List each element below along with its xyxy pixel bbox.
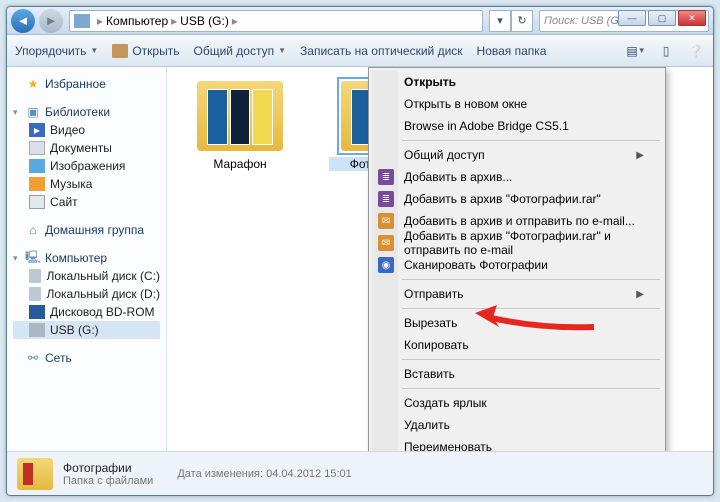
nav-forward-button[interactable]: ► (39, 9, 63, 33)
bd-icon (29, 305, 45, 319)
status-date-label: Дата изменения: (177, 468, 263, 480)
context-menu: Открыть Открыть в новом окне Browse in A… (368, 67, 666, 451)
site-icon (29, 195, 45, 209)
search-placeholder: Поиск: USB (G:) (544, 15, 626, 27)
ctx-rename[interactable]: Переименовать (372, 436, 662, 451)
sidebar-item-music[interactable]: Музыка (13, 175, 160, 193)
body: ★ Избранное ▾▣ Библиотеки ▶Видео Докумен… (7, 67, 713, 451)
ctx-archive-named-email[interactable]: ✉Добавить в архив "Фотографии.rar" и отп… (372, 232, 662, 254)
ctx-open[interactable]: Открыть (372, 71, 662, 93)
drive-icon (74, 14, 90, 28)
toolbar: Упорядочить▼ Открыть Общий доступ▼ Запис… (7, 35, 713, 67)
organize-menu[interactable]: Упорядочить▼ (15, 44, 98, 58)
preview-pane-button[interactable]: ▯ (657, 42, 675, 60)
ctx-paste[interactable]: Вставить (372, 363, 662, 385)
explorer-window: ◄ ► ▸ Компьютер ▸ USB (G:) ▸ ▾ ↻ Поиск: … (6, 6, 714, 496)
network-icon: ⚯ (25, 351, 41, 365)
sidebar-item-disk-d[interactable]: Локальный диск (D:) (13, 285, 160, 303)
status-bar: Фотографии Папка с файлами Дата изменени… (7, 451, 713, 495)
thumb (207, 89, 228, 145)
breadcrumb-dropdown[interactable]: ▾ (489, 10, 511, 32)
sidebar-item-bdrom[interactable]: Дисковод BD-ROM (13, 303, 160, 321)
breadcrumb[interactable]: ▸ Компьютер ▸ USB (G:) ▸ (69, 10, 483, 32)
mail-icon: ✉ (378, 213, 394, 229)
ctx-send-to[interactable]: Отправить▶ (372, 283, 662, 305)
status-type: Папка с файлами (63, 475, 153, 487)
thumb (230, 89, 251, 145)
submenu-arrow-icon: ▶ (636, 289, 644, 300)
video-icon: ▶ (29, 123, 45, 137)
sidebar-item-usb[interactable]: USB (G:) (13, 321, 160, 339)
breadcrumb-drive[interactable]: USB (G:) (180, 14, 229, 28)
open-button[interactable]: Открыть (112, 44, 179, 58)
homegroup-icon: ⌂ (25, 223, 41, 237)
ctx-open-new-window[interactable]: Открыть в новом окне (372, 93, 662, 115)
folder-marathon[interactable]: Марафон (185, 81, 295, 171)
ctx-create-shortcut[interactable]: Создать ярлык (372, 392, 662, 414)
thumb (252, 89, 273, 145)
sidebar-network[interactable]: ⚯ Сеть (13, 349, 160, 367)
view-menu[interactable]: ▤▼ (627, 42, 645, 60)
separator (402, 140, 660, 141)
ctx-add-archive[interactable]: ≣Добавить в архив... (372, 166, 662, 188)
rar-icon: ≣ (378, 191, 394, 207)
folder-icon (112, 44, 128, 58)
content-area[interactable]: Марафон Фотографии О (167, 67, 713, 451)
folder-label: Марафон (185, 157, 295, 171)
minimize-button[interactable]: — (618, 10, 646, 26)
music-icon (29, 177, 45, 191)
nav-back-button[interactable]: ◄ (11, 9, 35, 33)
ctx-cut[interactable]: Вырезать (372, 312, 662, 334)
burn-button[interactable]: Записать на оптический диск (300, 44, 463, 58)
ctx-share[interactable]: Общий доступ▶ (372, 144, 662, 166)
mail-icon: ✉ (378, 235, 394, 251)
disk-icon (29, 287, 41, 301)
separator (402, 388, 660, 389)
help-button[interactable]: ❔ (687, 42, 705, 60)
separator (402, 279, 660, 280)
sidebar-computer[interactable]: ▾🖳 Компьютер (13, 249, 160, 267)
share-menu[interactable]: Общий доступ▼ (193, 44, 286, 58)
ctx-delete[interactable]: Удалить (372, 414, 662, 436)
status-date-value: 04.04.2012 15:01 (266, 468, 352, 480)
sidebar-item-images[interactable]: Изображения (13, 157, 160, 175)
ctx-copy[interactable]: Копировать (372, 334, 662, 356)
sidebar-item-disk-c[interactable]: Локальный диск (C:) (13, 267, 160, 285)
close-button[interactable]: ✕ (678, 10, 706, 26)
scan-icon: ◉ (378, 257, 394, 273)
ctx-add-archive-named[interactable]: ≣Добавить в архив "Фотографии.rar" (372, 188, 662, 210)
separator (402, 359, 660, 360)
libraries-icon: ▣ (25, 105, 41, 119)
maximize-button[interactable]: ▢ (648, 10, 676, 26)
sidebar-item-site[interactable]: Сайт (13, 193, 160, 211)
ctx-adobe-bridge[interactable]: Browse in Adobe Bridge CS5.1 (372, 115, 662, 137)
sidebar-homegroup[interactable]: ⌂ Домашняя группа (13, 221, 160, 239)
breadcrumb-root[interactable]: Компьютер (106, 14, 168, 28)
submenu-arrow-icon: ▶ (636, 150, 644, 161)
sidebar-libraries[interactable]: ▾▣ Библиотеки (13, 103, 160, 121)
star-icon: ★ (25, 77, 41, 91)
sidebar-favorites[interactable]: ★ Избранное (13, 75, 160, 93)
sidebar-item-documents[interactable]: Документы (13, 139, 160, 157)
rar-icon: ≣ (378, 169, 394, 185)
new-folder-button[interactable]: Новая папка (477, 44, 547, 58)
image-icon (29, 159, 45, 173)
refresh-button[interactable]: ↻ (511, 10, 533, 32)
titlebar: ◄ ► ▸ Компьютер ▸ USB (G:) ▸ ▾ ↻ Поиск: … (7, 7, 713, 35)
separator (402, 308, 660, 309)
status-name: Фотографии (63, 461, 153, 475)
window-controls: — ▢ ✕ (618, 10, 706, 26)
usb-icon (29, 323, 45, 337)
document-icon (29, 141, 45, 155)
ctx-scan[interactable]: ◉Сканировать Фотографии (372, 254, 662, 276)
status-folder-icon (17, 458, 53, 490)
disk-icon (29, 269, 41, 283)
sidebar-item-video[interactable]: ▶Видео (13, 121, 160, 139)
sidebar: ★ Избранное ▾▣ Библиотеки ▶Видео Докумен… (7, 67, 167, 451)
computer-icon: 🖳 (25, 251, 41, 265)
